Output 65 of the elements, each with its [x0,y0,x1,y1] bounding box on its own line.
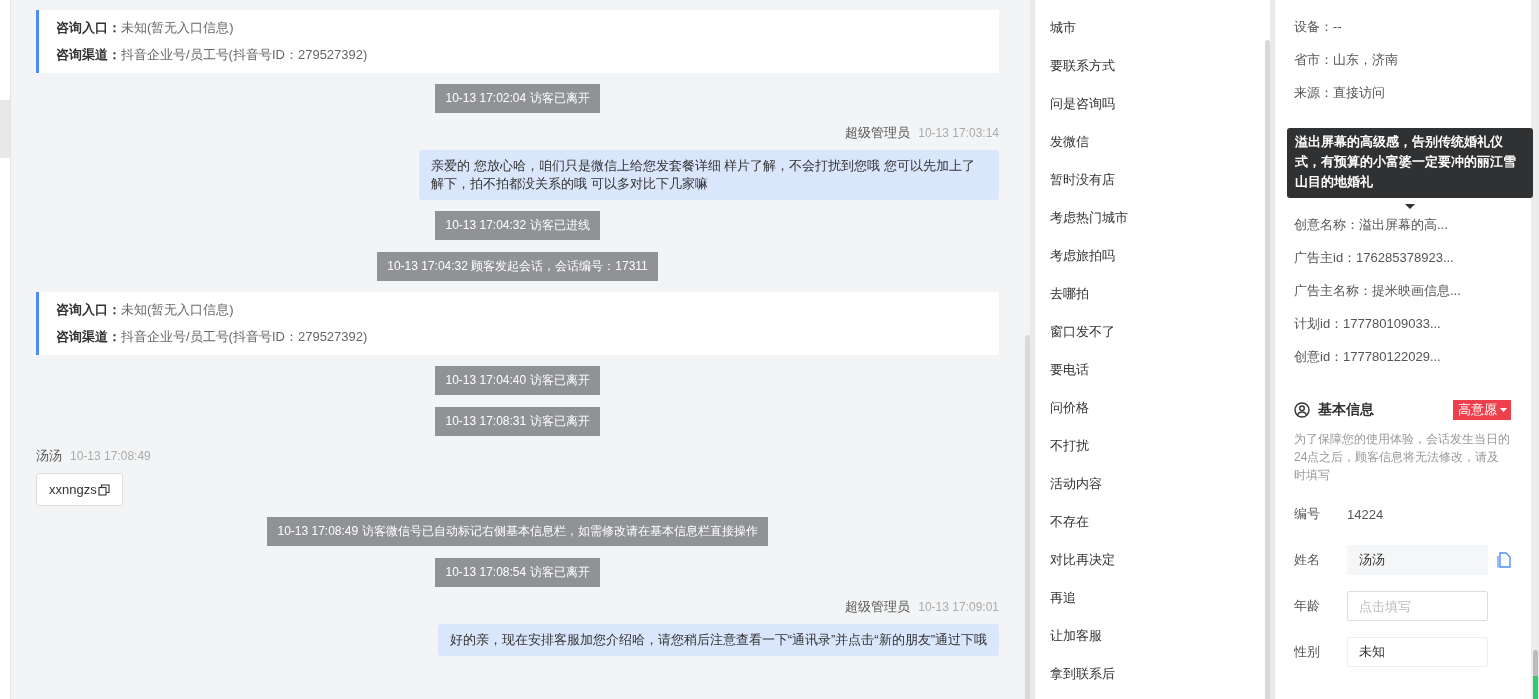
quick-reply-item[interactable]: 城市 [1050,18,1250,56]
field-label: 性别 [1294,643,1321,661]
agent-message-bubble: 亲爱的 您放心哈，咱们只是微信上给您发套餐详细 样片了解，不会打扰到您哦 您可以先加上了解下，拍不拍都没关系的哦 可以多对比下几家嘛 [419,150,999,200]
side-panel-tab[interactable] [0,100,10,158]
intent-tag-dropdown[interactable]: 高意愿 [1453,400,1511,420]
quick-reply-item[interactable]: 拿到联系后 [1050,664,1250,699]
system-notice: 10-13 17:08:31 访客已离开 [435,407,600,436]
quick-reply-item[interactable]: 对比再决定 [1050,550,1250,588]
agent-message-bubble: 好的亲，现在安排客服加您介绍哈，请您稍后注意查看一下“通讯录”并点击“新的朋友”通过下哦 [437,624,999,656]
quick-reply-item[interactable]: 不存在 [1050,512,1250,550]
quick-reply-item[interactable]: 窗口发不了 [1050,322,1250,360]
visitor-info-row-text: 创意id：177780122029... [1294,348,1442,366]
scrollbar[interactable] [1025,335,1030,699]
field-label: 年龄 [1294,597,1321,615]
system-notice: 10-13 17:08:54 访客已离开 [435,558,600,587]
visitor-info-row-text: 计划id：177780109033... [1294,315,1442,333]
quick-reply-item[interactable]: 让加客服 [1050,626,1250,664]
visitor-info-row-text: 来源：直接访问 [1294,84,1386,102]
notice-text: 为了保障您的使用体验，会话发生当日的24点之后，顾客信息将无法修改，请及时填写 [1294,431,1511,484]
inquiry-info-line: 咨询入口：未知(暂无入口信息) [56,19,235,37]
age-input-field[interactable]: 点击填写 [1347,591,1488,621]
quick-reply-item[interactable]: 活动内容 [1050,474,1250,512]
quick-reply-item[interactable]: 再追 [1050,588,1250,626]
sender-name: 超级管理员 [845,599,911,614]
gender-select-field[interactable]: 未知 [1347,637,1488,667]
caret-icon [1500,408,1507,412]
inquiry-info-line: 咨询渠道：抖音企业号/员工号(抖音号ID：279527392) [56,46,369,64]
quick-reply-item[interactable]: 不打扰 [1050,436,1250,474]
scrollbar[interactable] [1533,650,1538,699]
tooltip: 溢出屏幕的高级感，告别传统婚礼仪式，有预算的小富婆一定要冲的丽江雪山目的地婚礼 [1287,128,1533,198]
quick-reply-item[interactable]: 要电话 [1050,360,1250,398]
visitor-info-row-text: 设备：-- [1294,18,1343,36]
message-time: 10-13 17:08:49 [70,449,151,463]
user-circle-icon [1294,402,1310,418]
name-field[interactable]: 汤汤 [1347,545,1488,575]
message-time: 10-13 17:03:14 [918,126,999,140]
quick-reply-item[interactable]: 问价格 [1050,398,1250,436]
message-text: xxnngzs [49,482,97,497]
sender-name: 汤汤 [36,448,62,463]
field-label: 姓名 [1294,551,1321,569]
quick-reply-item[interactable]: 暂时没有店 [1050,170,1250,208]
section-title: 基本信息 [1318,401,1375,419]
field-label: 编号 [1294,505,1321,523]
system-notice: 10-13 17:04:40 访客已离开 [435,366,600,395]
quick-reply-item[interactable]: 考虑旅拍吗 [1050,246,1250,284]
visitor-info-row-text: 广告主名称：提米映画信息... [1294,282,1462,300]
scrollbar[interactable] [1265,40,1270,699]
sender-name: 超级管理员 [845,125,911,140]
system-notice: 10-13 17:04:32 顾客发起会话，会话编号：17311 [377,252,658,281]
visitor-info-row-text: 省市：山东，济南 [1294,51,1399,69]
system-notice: 10-13 17:02:04 访客已离开 [435,84,600,113]
quick-reply-item[interactable]: 去哪拍 [1050,284,1250,322]
system-notice: 10-13 17:04:32 访客已进线 [435,211,600,240]
quick-reply-item[interactable]: 要联系方式 [1050,56,1250,94]
visitor-info-row-text: 创意名称：溢出屏幕的高... [1294,216,1449,234]
quick-reply-item[interactable]: 发微信 [1050,132,1250,170]
visitor-info-row-text: 广告主id：176285378923... [1294,249,1455,267]
copy-icon[interactable] [97,483,110,496]
quick-reply-item[interactable]: 问是咨询吗 [1050,94,1250,132]
inquiry-info-line: 咨询入口：未知(暂无入口信息) [56,301,235,319]
message-time: 10-13 17:09:01 [918,600,999,614]
quick-reply-item[interactable]: 考虑热门城市 [1050,208,1250,246]
inquiry-info-line: 咨询渠道：抖音企业号/员工号(抖音号ID：279527392) [56,328,369,346]
system-notice: 10-13 17:08:49 访客微信号已自动标记右侧基本信息栏，如需修改请在基本信息栏直接操作 [267,517,768,546]
field-value: 14224 [1347,506,1384,522]
